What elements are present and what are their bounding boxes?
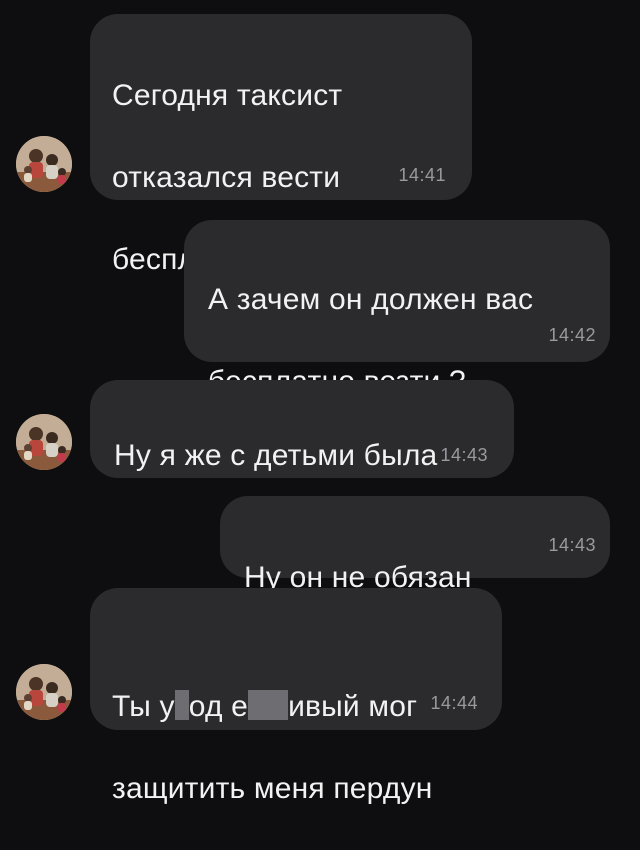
group-photo-avatar-icon: [16, 664, 72, 720]
message-line: отказался вести: [112, 161, 341, 194]
message-line: Сегодня таксист: [112, 79, 343, 112]
message-segment: од е: [188, 690, 249, 723]
chat-thread: Сегодня таксист отказался вести бесплатн…: [0, 0, 640, 805]
group-photo-avatar-icon: [16, 136, 72, 192]
censor-block: [248, 690, 289, 720]
message-line: Ты у од е ивый мог: [112, 645, 433, 727]
contact-avatar[interactable]: [16, 136, 72, 192]
group-photo-avatar-icon: [16, 414, 72, 470]
message-timestamp: 14:43: [440, 445, 488, 465]
message-bubble-outgoing[interactable]: А зачем он должен вас бесплатно везти ? …: [184, 220, 610, 398]
contact-avatar[interactable]: [16, 414, 72, 470]
message-line: защитить меня пердун: [112, 772, 433, 805]
message-segment: ивый мог: [288, 690, 418, 723]
message-timestamp: 14:43: [548, 535, 596, 555]
message-timestamp: 14:42: [548, 325, 596, 345]
message-bubble-outgoing[interactable]: Ну он не обязан 14:43: [220, 496, 610, 594]
censor-block: [174, 690, 189, 720]
message-timestamp: 14:44: [430, 693, 478, 713]
message-bubble-incoming[interactable]: Ну я же с детьми была 14:43: [90, 380, 514, 478]
message-timestamp: 14:41: [398, 165, 446, 185]
message-text: Ты у од е ивый мог защитить меня пердун: [112, 604, 433, 850]
message-bubble-incoming[interactable]: Сегодня таксист отказался вести бесплатн…: [90, 14, 472, 276]
message-bubble-incoming[interactable]: Ты у од е ивый мог защитить меня пердун 14…: [90, 588, 502, 805]
message-line: А зачем он должен вас: [208, 283, 534, 316]
contact-avatar[interactable]: [16, 664, 72, 720]
message-segment: Ты у: [112, 690, 175, 723]
message-line: Ну я же с детьми была: [114, 439, 438, 472]
